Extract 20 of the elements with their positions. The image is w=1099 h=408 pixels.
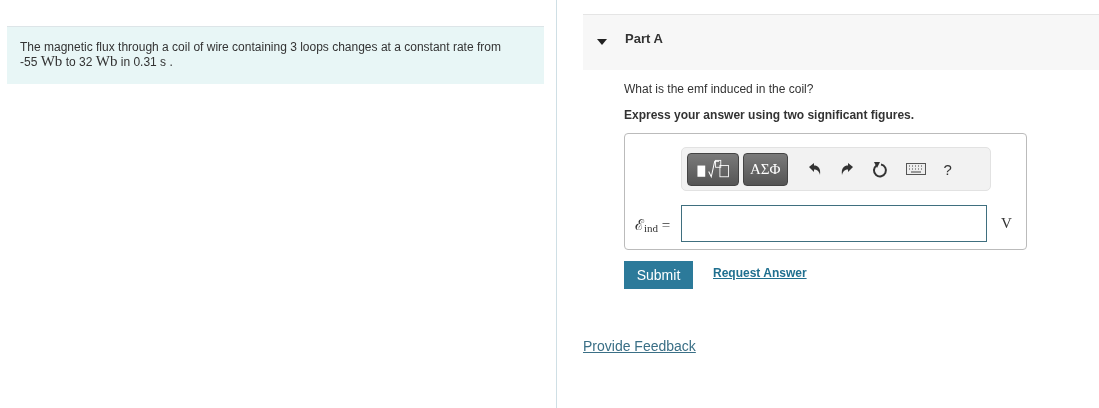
- undo-icon[interactable]: [807, 162, 822, 176]
- templates-icon: [694, 158, 732, 180]
- redo-icon[interactable]: [839, 162, 854, 176]
- answer-field[interactable]: [681, 205, 987, 242]
- request-answer-link[interactable]: Request Answer: [713, 266, 807, 280]
- reset-icon[interactable]: [871, 160, 888, 178]
- help-button[interactable]: ?: [943, 160, 952, 178]
- question-text: What is the emf induced in the coil?: [624, 82, 815, 96]
- problem-text: The magnetic flux through a coil of wire containing 3 loops changes at a constant rate from -55 Wb to 32 Wb in 0.31 s .: [7, 26, 544, 84]
- instruction-text: Express your answer using two significant figures.: [624, 108, 916, 122]
- answer-label: ℰ$_{ind}$ =: [635, 215, 672, 234]
- feedback-link[interactable]: Provide Feedback: [583, 338, 696, 354]
- keyboard-icon[interactable]: [905, 163, 926, 175]
- caret-down-icon[interactable]: [597, 38, 607, 46]
- part-title: Part A: [625, 31, 663, 46]
- part-header[interactable]: Part A: [583, 14, 1099, 70]
- templates-button[interactable]: [687, 152, 739, 186]
- symbols-button[interactable]: ΑΣΦ: [743, 152, 788, 186]
- unit-label: V: [1001, 215, 1012, 232]
- submit-button[interactable]: Submit: [624, 261, 693, 289]
